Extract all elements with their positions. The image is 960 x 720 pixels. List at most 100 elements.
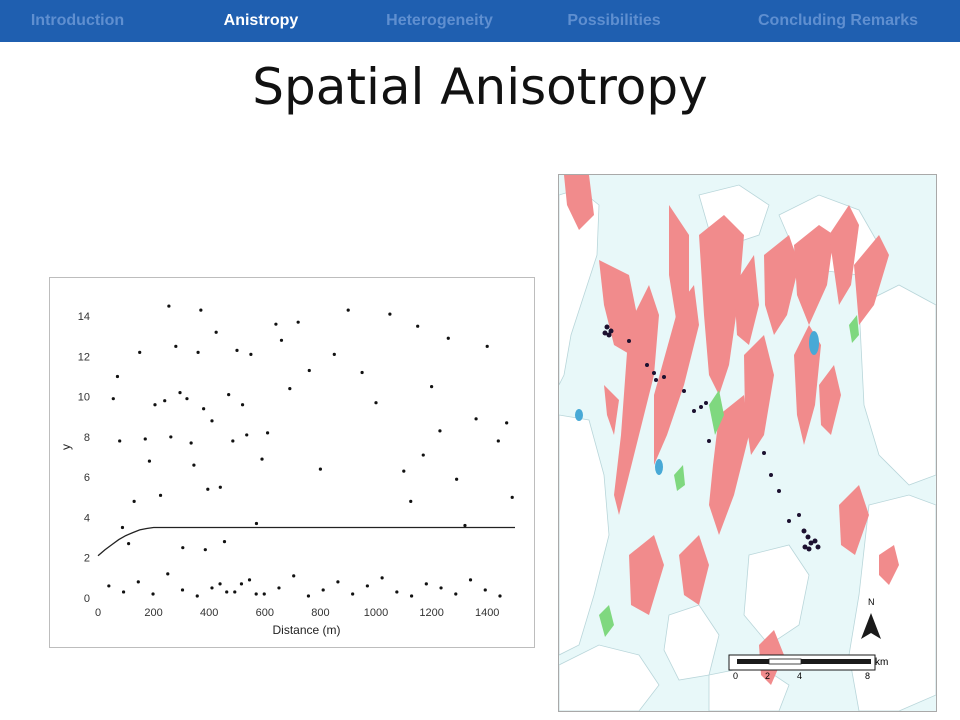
scatter-point — [265, 431, 270, 435]
scatter-point — [260, 457, 264, 461]
scatter-point — [147, 459, 152, 463]
scatter-point — [151, 592, 155, 596]
y-tick-label: 0 — [84, 593, 90, 605]
scatter-point — [203, 548, 207, 552]
scatter-point — [192, 463, 196, 467]
scatter-point — [274, 322, 278, 326]
x-tick-label: 1000 — [364, 607, 388, 619]
scatter-point — [181, 546, 185, 550]
y-tick-label: 6 — [84, 472, 90, 484]
scatter-point — [166, 572, 170, 576]
scatter-point — [430, 385, 434, 389]
top-navigation-bar: Introduction Anistropy Heterogeneity Pos… — [0, 0, 960, 42]
scatter-point — [395, 590, 399, 594]
scatter-point — [218, 485, 222, 489]
scatter-point — [332, 352, 336, 356]
scatter-point — [180, 588, 185, 592]
scatter-point — [214, 330, 218, 334]
slide-title: Spatial Anisotropy — [252, 58, 708, 116]
x-tick-label: 0 — [95, 607, 101, 619]
scatter-point — [380, 576, 384, 580]
scatter-point — [365, 584, 369, 588]
scatter-point — [196, 350, 200, 354]
scatter-point — [163, 399, 167, 403]
scatter-point — [262, 592, 266, 596]
scatter-point — [254, 521, 259, 526]
scatter-point — [485, 344, 489, 348]
scatter-point — [351, 592, 355, 596]
scatter-point — [288, 387, 292, 391]
scatter-point — [189, 441, 193, 445]
scatter-point — [169, 435, 173, 439]
scatter-point — [496, 439, 500, 443]
map-svg: N 0 2 4 8 km — [559, 175, 936, 711]
scatter-point — [409, 499, 413, 503]
scatter-point — [336, 580, 340, 584]
scatter-point — [225, 590, 229, 594]
scatter-point — [115, 374, 120, 379]
scatter-point — [202, 407, 206, 411]
scatter-point — [240, 403, 245, 407]
nav-anistropy[interactable]: Anistropy — [155, 12, 367, 30]
geology-map: N 0 2 4 8 km — [558, 174, 937, 712]
scale-tick-0: 0 — [733, 671, 738, 681]
scatter-point — [111, 397, 115, 401]
scatter-point — [277, 586, 281, 590]
y-tick-label: 12 — [78, 351, 90, 363]
scatter-point — [178, 391, 182, 395]
x-tick-label: 1400 — [475, 607, 499, 619]
scatter-point — [505, 421, 509, 425]
scatter-point — [474, 417, 478, 421]
scatter-point — [424, 582, 428, 586]
scale-tick-8: 8 — [865, 671, 870, 681]
scatter-point — [254, 592, 258, 596]
scatter-point — [120, 525, 125, 530]
scatter-point — [126, 542, 131, 546]
scatter-plot-svg: 0 200 400 600 800 1000 1200 1400 0 2 4 6 8 10 12 14 Dist… — [59, 304, 515, 637]
scatter-point — [416, 324, 420, 328]
scatter-point — [346, 308, 350, 312]
scatter-point — [239, 582, 244, 586]
scatter-point — [249, 352, 253, 356]
scatter-point — [118, 439, 122, 443]
y-tick-label: 10 — [78, 392, 90, 404]
scatter-point — [218, 582, 222, 586]
nav-concluding-remarks[interactable]: Concluding Remarks — [716, 12, 960, 30]
scatter-point — [446, 336, 450, 340]
scatter-point — [231, 439, 235, 443]
scatter-point — [132, 499, 136, 503]
scatter-point — [167, 304, 171, 308]
scatter-point — [292, 574, 296, 578]
fitted-variogram-line — [97, 526, 515, 557]
scatter-point — [483, 588, 487, 592]
scatter-point — [107, 584, 111, 588]
scatter-point — [279, 338, 284, 342]
nav-possibilities[interactable]: Possibilities — [512, 12, 716, 30]
scale-unit-label: km — [875, 657, 888, 668]
scatter-point — [318, 467, 322, 471]
scatter-point — [296, 320, 300, 324]
scatter-point — [360, 370, 364, 375]
scatter-point — [454, 592, 458, 596]
nav-introduction[interactable]: Introduction — [0, 12, 155, 30]
scatter-point — [235, 348, 239, 352]
scatter-point — [306, 594, 311, 598]
scatter-point — [321, 588, 325, 592]
y-tick-label: 14 — [78, 311, 90, 323]
north-label: N — [868, 597, 875, 607]
y-axis-label: y — [59, 444, 73, 450]
scatter-point — [206, 487, 210, 491]
scatter-point — [195, 594, 199, 598]
scatter-point — [138, 350, 142, 354]
scatter-point — [233, 590, 237, 594]
scatter-point — [498, 594, 502, 598]
nav-heterogeneity[interactable]: Heterogeneity — [367, 12, 512, 30]
scatter-point — [388, 312, 392, 316]
scatter-point — [247, 578, 252, 582]
x-tick-label: 400 — [200, 607, 218, 619]
y-tick-label: 2 — [84, 553, 90, 565]
scatter-point — [227, 393, 231, 397]
semivariogram-scatter-chart: 0 200 400 600 800 1000 1200 1400 0 2 4 6 8 10 12 14 Dist… — [49, 277, 535, 648]
scatter-point — [199, 308, 203, 312]
scatter-point — [210, 419, 214, 423]
